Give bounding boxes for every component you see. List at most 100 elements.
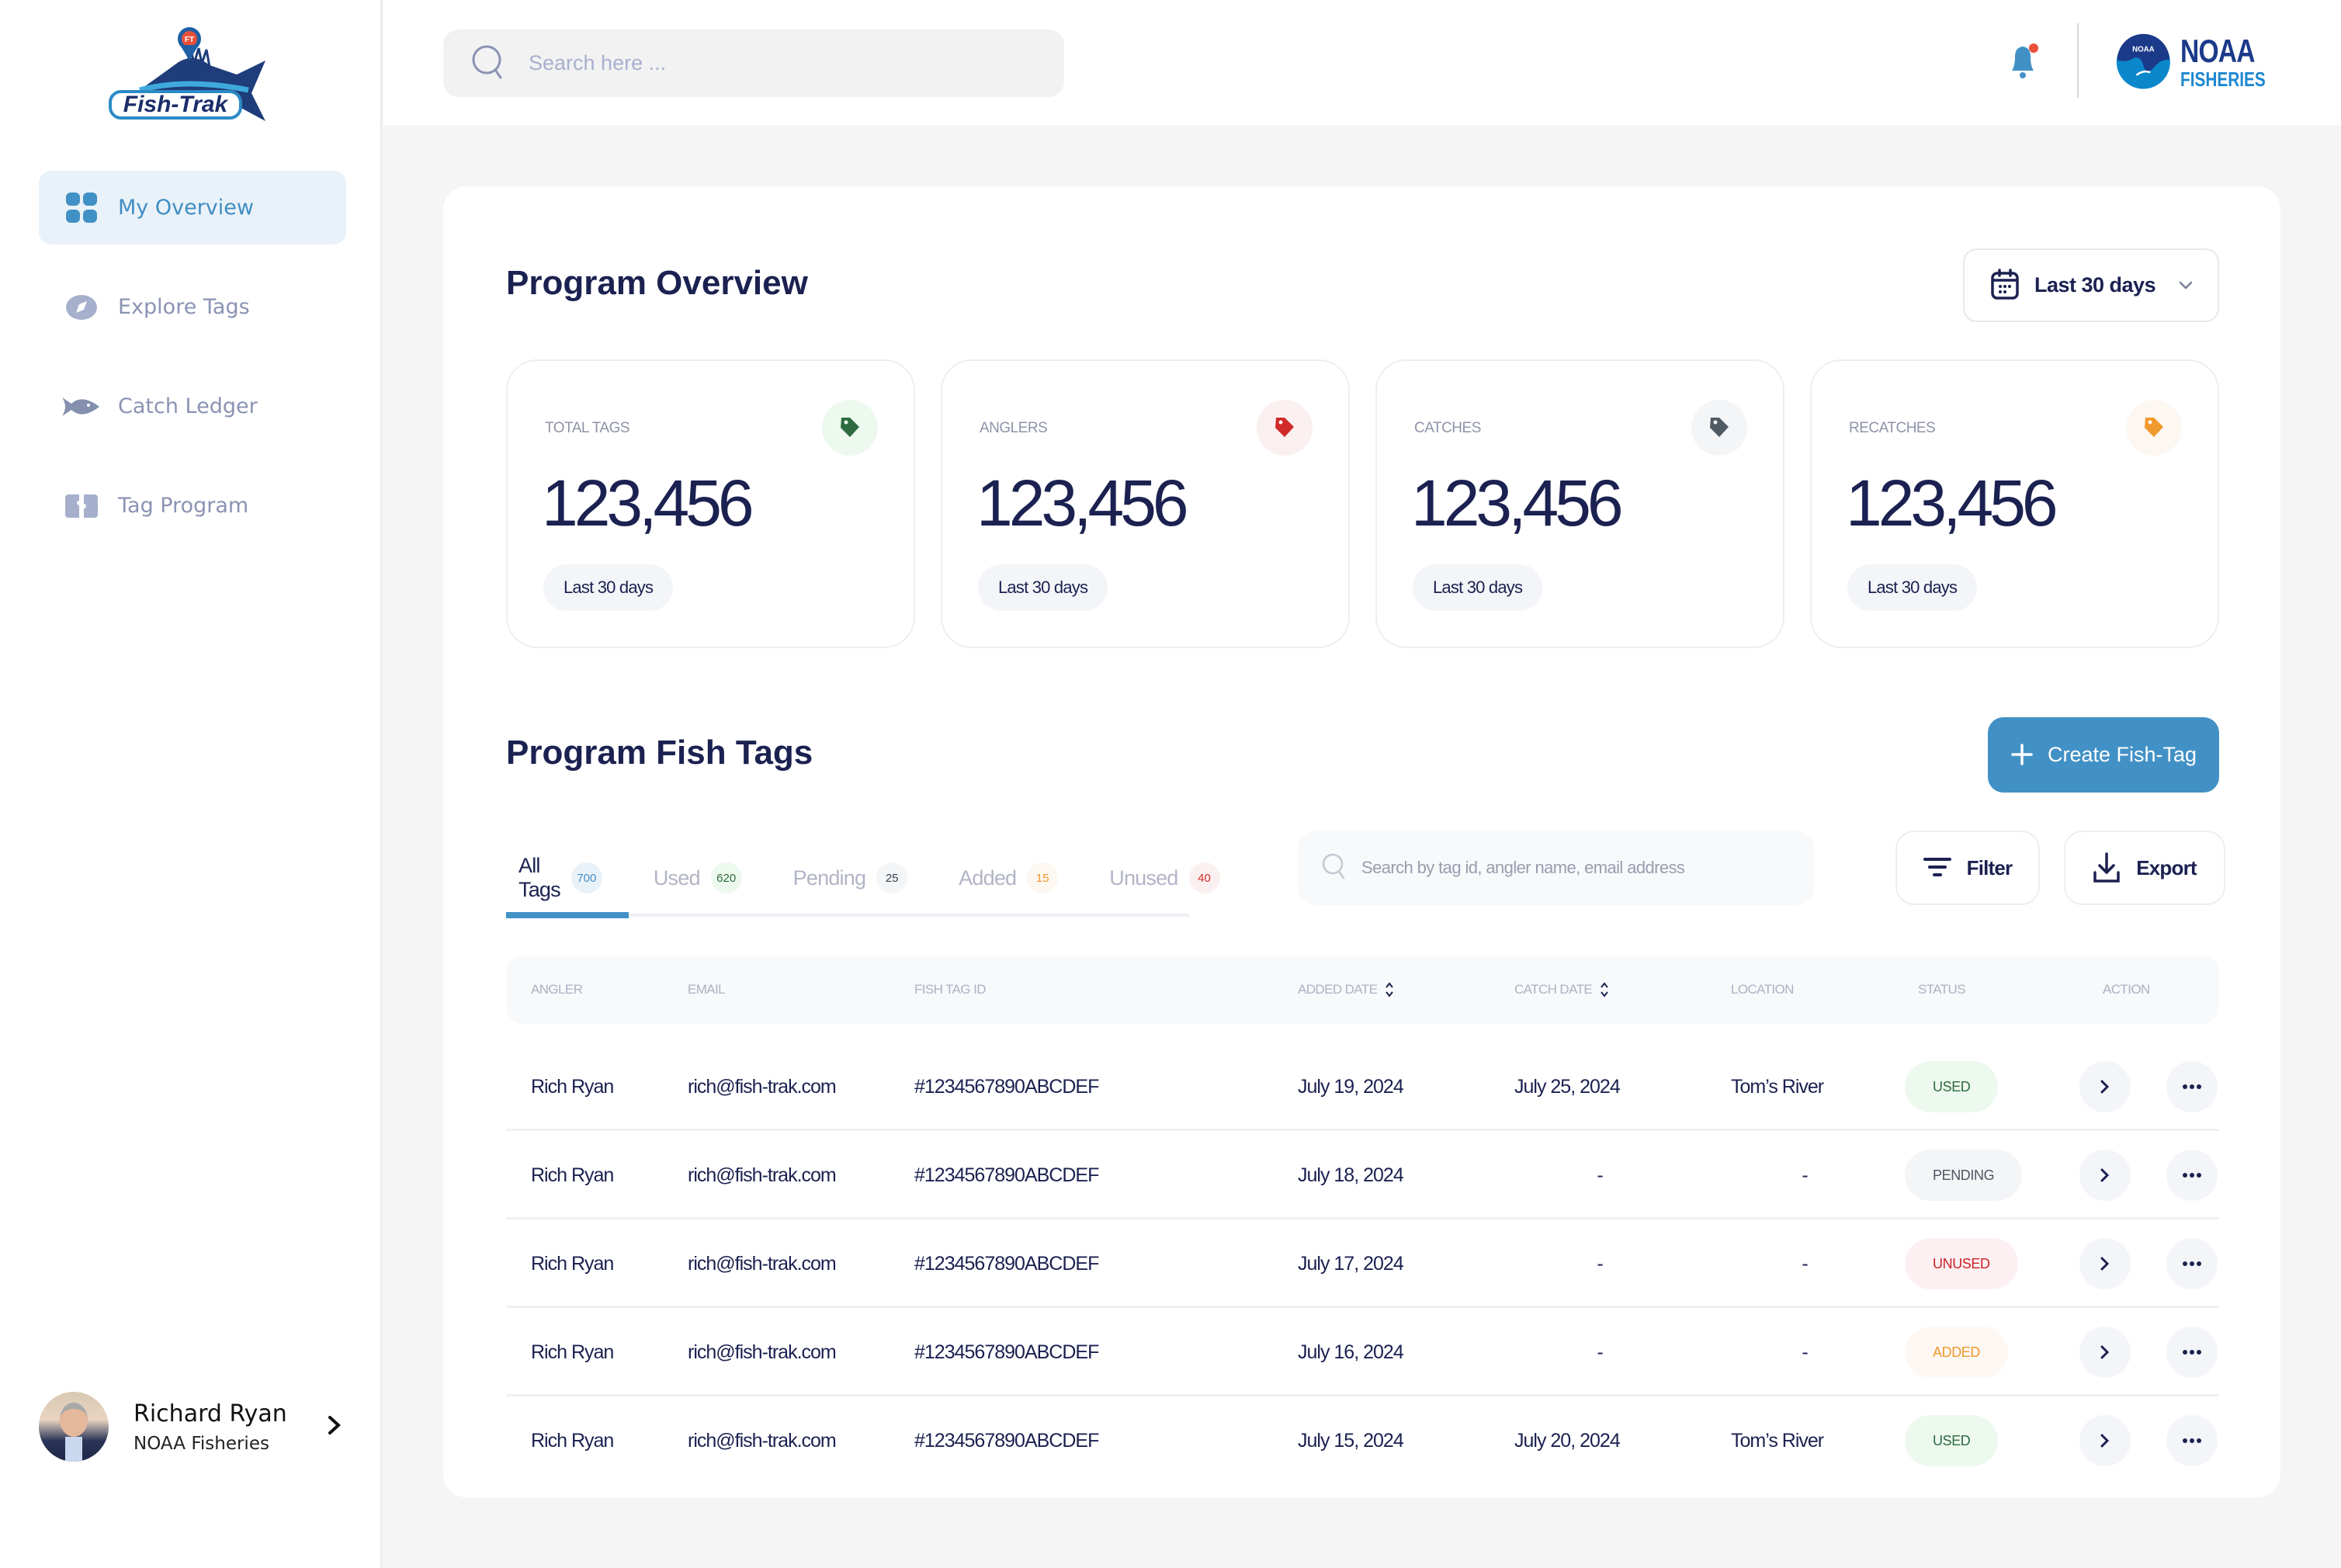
sort-icon[interactable] xyxy=(1600,981,1609,998)
filter-label: Filter xyxy=(1966,855,2013,879)
column-header-label: ADDED DATE xyxy=(1298,982,1378,997)
cell-angler: Rich Ryan xyxy=(531,1075,614,1098)
table-row[interactable]: Rich Ryan rich@fish-trak.com #1234567890AB… xyxy=(506,1396,2219,1485)
cell-catch-date: July 25, 2024 xyxy=(1514,1075,1621,1098)
download-icon xyxy=(2093,852,2121,883)
top-header: NOAA NOAA FISHERIES xyxy=(383,0,2341,125)
date-range-dropdown[interactable]: Last 30 days xyxy=(1963,248,2219,322)
tab-unused[interactable]: Unused 40 xyxy=(1097,842,1232,914)
view-row-button[interactable] xyxy=(2079,1150,2131,1201)
cell-added-date: July 15, 2024 xyxy=(1298,1429,1404,1452)
more-options-button[interactable] xyxy=(2166,1061,2218,1112)
create-fish-tag-button[interactable]: Create Fish-Tag xyxy=(1988,717,2219,793)
table-row[interactable]: Rich Ryan rich@fish-trak.com #1234567890AB… xyxy=(506,1042,2219,1131)
stat-value: 123,456 xyxy=(1846,467,2058,539)
noaa-fisheries-logo: NOAA NOAA FISHERIES xyxy=(2116,29,2287,95)
cell-added-date: July 18, 2024 xyxy=(1298,1164,1404,1186)
chevron-right-icon xyxy=(328,1411,342,1442)
tab-all-tags[interactable]: All Tags 700 xyxy=(506,842,629,918)
tab-pending[interactable]: Pending 25 xyxy=(781,842,921,914)
logo-monogram: FT xyxy=(185,36,194,44)
tab-used[interactable]: Used 620 xyxy=(641,842,754,914)
cell-location: Tom’s River xyxy=(1731,1075,1824,1098)
sidebar-item-catch-ledger[interactable]: Catch Ledger xyxy=(39,369,346,443)
notification-dot xyxy=(2029,43,2038,53)
fish-icon xyxy=(62,387,101,426)
cell-angler: Rich Ryan xyxy=(531,1252,614,1275)
header-divider xyxy=(2077,23,2079,98)
tab-label: Pending xyxy=(792,866,866,890)
fish-trak-logo[interactable]: FT Fish-Trak xyxy=(93,22,279,130)
tag-search[interactable] xyxy=(1298,831,1815,905)
tag-search-input[interactable] xyxy=(1361,858,1796,878)
cell-email[interactable]: rich@fish-trak.com xyxy=(688,1308,837,1396)
sidebar-nav: My Overview Explore Tags Catch Ledger Ta… xyxy=(39,171,346,568)
tab-label: Added xyxy=(959,866,1017,890)
sidebar-item-label: Tag Program xyxy=(118,494,249,518)
more-options-button[interactable] xyxy=(2166,1327,2218,1378)
more-dots-icon xyxy=(2183,1084,2201,1089)
stat-card-total-tags: TOTAL TAGS 123,456 Last 30 days xyxy=(506,359,915,648)
view-row-button[interactable] xyxy=(2079,1061,2131,1112)
stat-period: Last 30 days xyxy=(543,564,674,611)
more-options-button[interactable] xyxy=(2166,1150,2218,1201)
table-row[interactable]: Rich Ryan rich@fish-trak.com #1234567890AB… xyxy=(506,1219,2219,1308)
cell-email[interactable]: rich@fish-trak.com xyxy=(688,1042,837,1131)
sidebar-item-tag-program[interactable]: Tag Program xyxy=(39,469,346,543)
tab-count: 15 xyxy=(1027,862,1059,893)
chevron-right-icon xyxy=(2100,1257,2110,1271)
more-dots-icon xyxy=(2183,1173,2201,1178)
status-badge: PENDING xyxy=(1905,1150,2023,1201)
chevron-right-icon xyxy=(2100,1168,2110,1182)
more-options-button[interactable] xyxy=(2166,1238,2218,1289)
noaa-emblem-icon: NOAA xyxy=(2116,33,2170,89)
more-options-button[interactable] xyxy=(2166,1415,2218,1466)
tab-count: 620 xyxy=(710,862,742,893)
column-header-location: LOCATION xyxy=(1731,982,1794,997)
column-header-catch-date[interactable]: CATCH DATE xyxy=(1514,956,1609,1024)
more-dots-icon xyxy=(2183,1261,2201,1266)
view-row-button[interactable] xyxy=(2079,1238,2131,1289)
table-row[interactable]: Rich Ryan rich@fish-trak.com #1234567890AB… xyxy=(506,1131,2219,1219)
column-header-added-date[interactable]: ADDED DATE xyxy=(1298,956,1394,1024)
stat-period: Last 30 days xyxy=(978,564,1108,611)
user-profile[interactable]: Richard Ryan NOAA Fisheries xyxy=(39,1389,349,1464)
cell-email[interactable]: rich@fish-trak.com xyxy=(688,1219,837,1308)
cell-email[interactable]: rich@fish-trak.com xyxy=(688,1131,837,1219)
cell-fish-tag-id: #1234567890ABCDEF xyxy=(914,1164,1099,1186)
view-row-button[interactable] xyxy=(2079,1415,2131,1466)
chevron-right-icon xyxy=(2100,1434,2110,1448)
chevron-down-icon xyxy=(2179,276,2193,295)
sidebar-item-my-overview[interactable]: My Overview xyxy=(39,171,346,245)
status-badge: ADDED xyxy=(1905,1327,2009,1378)
sidebar-item-explore-tags[interactable]: Explore Tags xyxy=(39,270,346,344)
search-icon xyxy=(1321,852,1347,883)
column-header-email: EMAIL xyxy=(688,982,726,997)
table-row[interactable]: Rich Ryan rich@fish-trak.com #1234567890AB… xyxy=(506,1308,2219,1396)
notification-bell[interactable] xyxy=(2007,43,2041,82)
export-label: Export xyxy=(2136,855,2197,879)
view-row-button[interactable] xyxy=(2079,1327,2131,1378)
chevron-right-icon xyxy=(2100,1080,2110,1094)
export-button[interactable]: Export xyxy=(2064,831,2225,905)
tab-added[interactable]: Added 15 xyxy=(946,842,1070,914)
profile-org: NOAA Fisheries xyxy=(134,1433,269,1454)
global-search[interactable] xyxy=(443,29,1064,97)
global-search-input[interactable] xyxy=(529,51,994,75)
column-header-action: ACTION xyxy=(2103,982,2150,997)
column-header-label: CATCH DATE xyxy=(1514,982,1593,997)
cell-catch-date: - xyxy=(1597,1164,1603,1186)
stat-value: 123,456 xyxy=(1411,467,1624,539)
stat-period: Last 30 days xyxy=(1847,564,1978,611)
stat-card-anglers: ANGLERS 123,456 Last 30 days xyxy=(941,359,1350,648)
bell-icon xyxy=(2012,43,2038,78)
status-badge: USED xyxy=(1905,1415,1999,1466)
cell-status: USED xyxy=(1905,1396,1999,1485)
cell-angler: Rich Ryan xyxy=(531,1341,614,1363)
cell-catch-date: July 20, 2024 xyxy=(1514,1429,1621,1452)
sort-icon[interactable] xyxy=(1385,981,1394,998)
sidebar: FT Fish-Trak My Overview Explore Tags Ca… xyxy=(0,0,382,1568)
tab-count: 40 xyxy=(1188,862,1220,893)
filter-button[interactable]: Filter xyxy=(1895,831,2040,905)
cell-email[interactable]: rich@fish-trak.com xyxy=(688,1396,837,1485)
